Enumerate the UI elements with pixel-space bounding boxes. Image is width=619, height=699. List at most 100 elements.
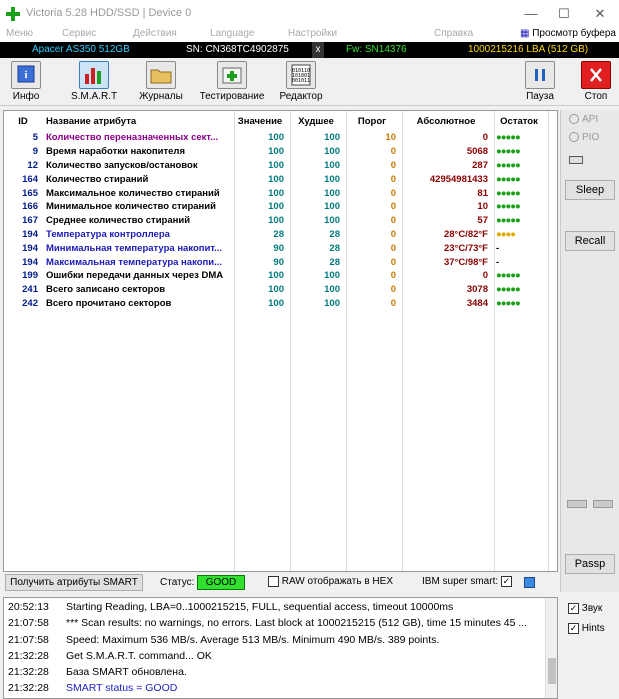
raw-hex-checkbox[interactable]: RAW отображать в HEX <box>268 576 393 587</box>
table-row[interactable]: 242 Всего прочитано секторов 100 100 0 3484 ●●… <box>4 297 546 311</box>
ibm-super-smart-checkbox[interactable]: IBM super smart: ✓ <box>422 576 512 587</box>
menu-item-settings[interactable]: Настройки <box>288 28 337 39</box>
attr-worst: 100 <box>324 215 340 227</box>
log-side-panel: ✓ Звук ✓ Hints <box>560 597 619 699</box>
table-row[interactable]: 194 Температура контроллера 28 28 0 28°C/82°F… <box>4 228 546 242</box>
attr-worst: 100 <box>324 132 340 144</box>
table-row[interactable]: 5 Количество переназначенных сект... 100 10… <box>4 131 546 145</box>
table-row[interactable]: 164 Количество стираний 100 100 0 42954981433… <box>4 172 546 186</box>
victoria-cross-icon <box>6 7 20 21</box>
attr-raw: 37°C/98°F <box>443 256 488 268</box>
attr-raw: 23°C/73°F <box>443 242 488 254</box>
attr-id: 194 <box>22 256 38 268</box>
toolbar-stop-button[interactable]: Стоп <box>578 61 614 105</box>
log-time: 21:32:28 <box>8 649 49 662</box>
menu-item-actions[interactable]: Действия <box>133 28 177 39</box>
attr-value: 100 <box>268 297 284 309</box>
attr-name: Ошибки передачи данных через DMA <box>46 270 224 282</box>
toolbar-pause-button[interactable]: Пауза <box>522 61 558 105</box>
passp-button[interactable]: Passp <box>565 554 615 574</box>
attr-threshold: 10 <box>385 132 396 144</box>
eject-button[interactable]: x <box>312 42 324 58</box>
attr-remaining: ●●●●● <box>496 270 521 282</box>
attr-worst: 100 <box>324 173 340 185</box>
table-row[interactable]: 194 Максимальная температура накопи... 90 2… <box>4 255 546 269</box>
attr-threshold: 0 <box>390 146 396 158</box>
attr-raw: 0 <box>482 132 488 144</box>
toolbar-testing-button[interactable]: Тестирование <box>196 61 268 105</box>
radio-circle-icon <box>569 132 579 143</box>
get-smart-button[interactable]: Получить атрибуты SMART <box>5 574 143 591</box>
attr-worst: 100 <box>324 201 340 213</box>
column-divider <box>494 111 495 571</box>
log-panel[interactable]: 20:52:13 Starting Reading, LBA=0..1000215… <box>3 597 558 699</box>
right-side-panel: API PIO Sleep Recall Passp <box>560 110 619 592</box>
table-row[interactable]: 241 Всего записано секторов 100 100 0 3078 ●●●… <box>4 283 546 297</box>
attr-id: 199 <box>22 270 38 282</box>
header-value[interactable]: Значение <box>232 111 288 131</box>
checkbox-icon <box>268 576 279 587</box>
attr-threshold: 0 <box>390 256 396 268</box>
log-line: 21:32:28 Get S.M.A.R.T. command... OK <box>4 648 557 664</box>
close-window-button[interactable]: ✕ <box>585 4 615 24</box>
log-scrollbar[interactable] <box>545 598 557 698</box>
table-row[interactable]: 166 Минимальное количество стираний 100 100… <box>4 200 546 214</box>
api-radio[interactable]: API <box>569 114 598 125</box>
header-id[interactable]: ID <box>4 111 42 131</box>
header-worst[interactable]: Худшее <box>288 111 344 131</box>
log-line: 21:07:58 *** Scan results: no warnings, n… <box>4 615 557 631</box>
table-row[interactable]: 167 Среднее количество стираний 100 100 0 57 ●… <box>4 214 546 228</box>
table-row[interactable]: 9 Время наработки накопителя 100 100 0 5068 ●●… <box>4 145 546 159</box>
minimize-button[interactable]: — <box>516 4 546 24</box>
title-bar: Victoria 5.28 HDD/SSD | Device 0 — ☐ ✕ <box>0 0 619 28</box>
attr-raw: 5068 <box>466 146 488 158</box>
toolbar-smart-button[interactable]: S.M.A.R.T <box>66 61 122 105</box>
attr-name: Количество запусков/остановок <box>46 159 198 171</box>
attr-raw: 0 <box>482 270 488 282</box>
maximize-button[interactable]: ☐ <box>549 4 579 24</box>
attr-value: 100 <box>268 132 284 144</box>
pio-radio[interactable]: PIO <box>569 132 599 143</box>
attr-threshold: 0 <box>390 228 396 240</box>
attr-id: 12 <box>27 159 38 171</box>
table-row[interactable]: 194 Минимальная температура накопит... 90 2… <box>4 241 546 255</box>
scrollbar-thumb[interactable] <box>548 658 556 684</box>
toolbar-info-button[interactable]: i Инфо <box>6 61 46 105</box>
menu-item-buffer-view[interactable]: ▦ Просмотр буфера <box>520 28 616 39</box>
menu-item-help[interactable]: Справка <box>434 28 473 39</box>
attr-threshold: 0 <box>390 297 396 309</box>
attr-value: 100 <box>268 159 284 171</box>
header-remaining[interactable]: Остаток <box>492 111 546 131</box>
recall-button[interactable]: Recall <box>565 231 615 251</box>
menu-item-service[interactable]: Сервис <box>62 28 96 39</box>
attr-worst: 28 <box>329 242 340 254</box>
attr-id: 194 <box>22 242 38 254</box>
svg-text:i: i <box>24 69 27 81</box>
attr-id: 194 <box>22 228 38 240</box>
log-time: 21:32:28 <box>8 666 49 679</box>
menu-item-language[interactable]: Language <box>210 28 255 39</box>
sound-checkbox[interactable]: ✓ Звук <box>568 603 602 614</box>
status-badge: GOOD <box>197 575 245 590</box>
header-raw[interactable]: Абсолютное <box>400 111 492 131</box>
table-row[interactable]: 199 Ошибки передачи данных через DMA 100 10… <box>4 269 546 283</box>
attr-threshold: 0 <box>390 159 396 171</box>
table-row[interactable]: 12 Количество запусков/остановок 100 100 0 28… <box>4 159 546 173</box>
toolbar-journals-button[interactable]: Журналы <box>136 61 186 105</box>
menu-item-menu[interactable]: Меню <box>6 28 33 39</box>
header-threshold[interactable]: Порог <box>344 111 400 131</box>
table-row[interactable]: 165 Максимальное количество стираний 100 10… <box>4 186 546 200</box>
attr-raw: 42954981433 <box>429 173 488 185</box>
header-name[interactable]: Название атрибута <box>42 111 232 131</box>
toolbar-editor-button[interactable]: 010110 101001 001011 Редактор <box>276 61 326 105</box>
attr-value: 100 <box>268 270 284 282</box>
attr-name: Количество стираний <box>46 173 149 185</box>
hints-checkbox[interactable]: ✓ Hints <box>568 623 605 634</box>
attr-value: 28 <box>273 228 284 240</box>
sleep-button[interactable]: Sleep <box>565 180 615 200</box>
smart-attributes-table[interactable]: ID Название атрибута Значение Худшее Пор… <box>3 110 558 572</box>
drive-model[interactable]: Apacer AS350 512GB <box>32 42 130 58</box>
attr-remaining: ●●●●● <box>496 201 521 213</box>
color-swatch-icon[interactable] <box>524 577 535 588</box>
attr-value: 100 <box>268 173 284 185</box>
